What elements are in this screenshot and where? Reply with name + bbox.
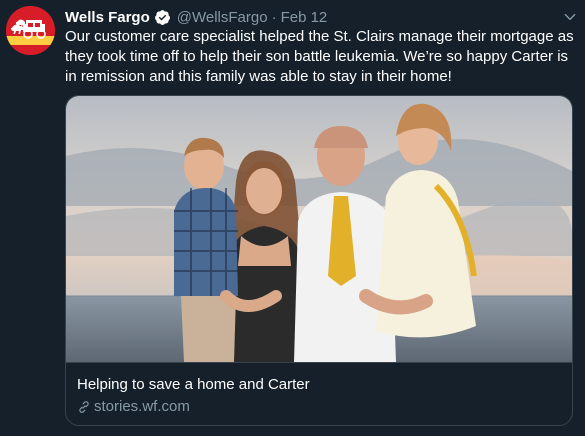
- tweet-text: Our customer care specialist helped the …: [65, 27, 575, 87]
- link-card[interactable]: Helping to save a home and Carter storie…: [65, 95, 573, 426]
- tweet-text-line: they took time off to help their son bat…: [65, 48, 569, 65]
- card-divider: [66, 362, 572, 363]
- tweet-date[interactable]: Feb 12: [281, 9, 328, 26]
- header-separator: ·: [271, 8, 277, 26]
- wells-fargo-stagecoach-logo: [6, 6, 55, 55]
- card-domain-text: stories.wf.com: [94, 398, 190, 415]
- card-title[interactable]: Helping to save a home and Carter: [77, 376, 310, 393]
- card-photo: [66, 96, 572, 362]
- tweet-text-line: Our customer care specialist helped the …: [65, 28, 574, 45]
- account-handle[interactable]: @WellsFargo: [177, 9, 268, 26]
- tweet-header: Wells Fargo @WellsFargo · Feb 12: [65, 6, 327, 28]
- tweet[interactable]: Wells Fargo @WellsFargo · Feb 12 Our cus…: [0, 0, 585, 436]
- verified-badge-icon: [154, 9, 170, 25]
- link-icon: [79, 400, 89, 413]
- card-domain[interactable]: stories.wf.com: [77, 398, 190, 415]
- account-name[interactable]: Wells Fargo: [65, 9, 150, 26]
- avatar[interactable]: [6, 6, 55, 55]
- tweet-text-line: in remission and this family was able to…: [65, 68, 452, 85]
- chevron-down-icon[interactable]: [563, 10, 577, 24]
